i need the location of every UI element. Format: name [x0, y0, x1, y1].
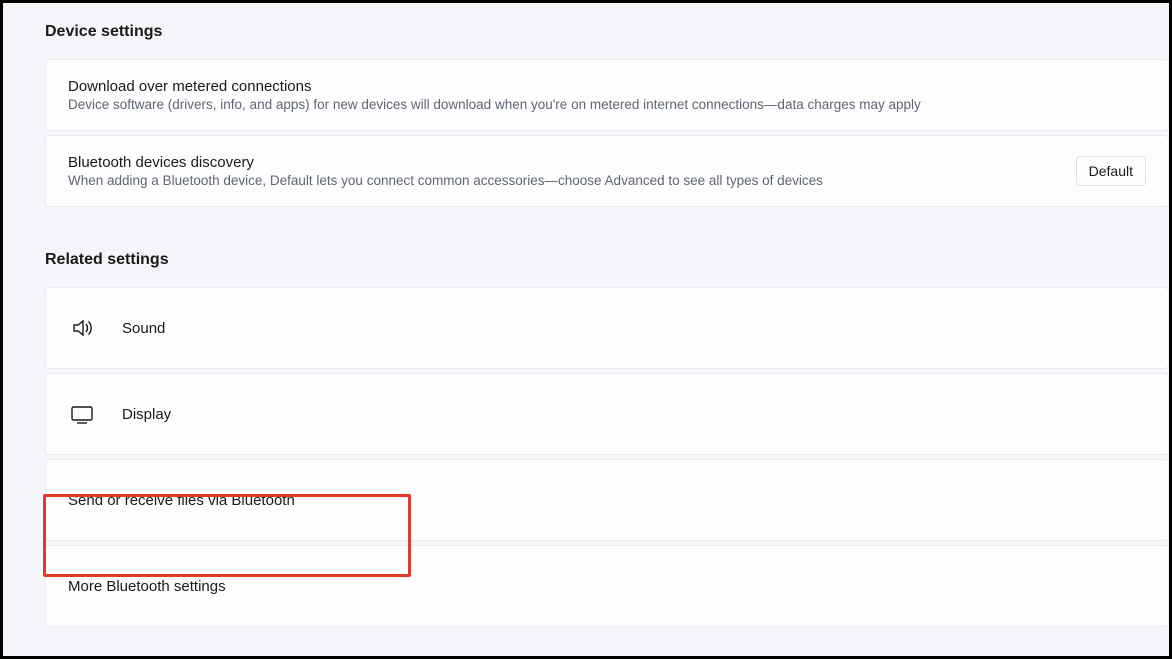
bluetooth-discovery-card[interactable]: Bluetooth devices discovery When adding …	[45, 135, 1169, 207]
sound-link[interactable]: Sound	[45, 287, 1169, 369]
device-settings-heading: Device settings	[45, 23, 1169, 41]
download-metered-card[interactable]: Download over metered connections Device…	[45, 59, 1169, 131]
download-metered-desc: Device software (drivers, info, and apps…	[68, 97, 921, 112]
sound-link-label: Sound	[122, 320, 165, 337]
more-bluetooth-settings-link[interactable]: More Bluetooth settings	[45, 545, 1169, 627]
send-receive-bluetooth-link[interactable]: Send or receive files via Bluetooth	[45, 459, 1169, 541]
download-metered-title: Download over metered connections	[68, 78, 921, 95]
bluetooth-discovery-desc: When adding a Bluetooth device, Default …	[68, 173, 823, 188]
display-link[interactable]: Display	[45, 373, 1169, 455]
discovery-mode-select[interactable]: Default	[1076, 156, 1146, 186]
send-receive-bluetooth-label: Send or receive files via Bluetooth	[68, 492, 295, 509]
related-settings-heading: Related settings	[45, 251, 1169, 269]
display-icon	[68, 404, 96, 424]
speaker-icon	[68, 316, 96, 340]
display-link-label: Display	[122, 406, 171, 423]
more-bluetooth-settings-label: More Bluetooth settings	[68, 578, 226, 595]
bluetooth-discovery-title: Bluetooth devices discovery	[68, 154, 823, 171]
